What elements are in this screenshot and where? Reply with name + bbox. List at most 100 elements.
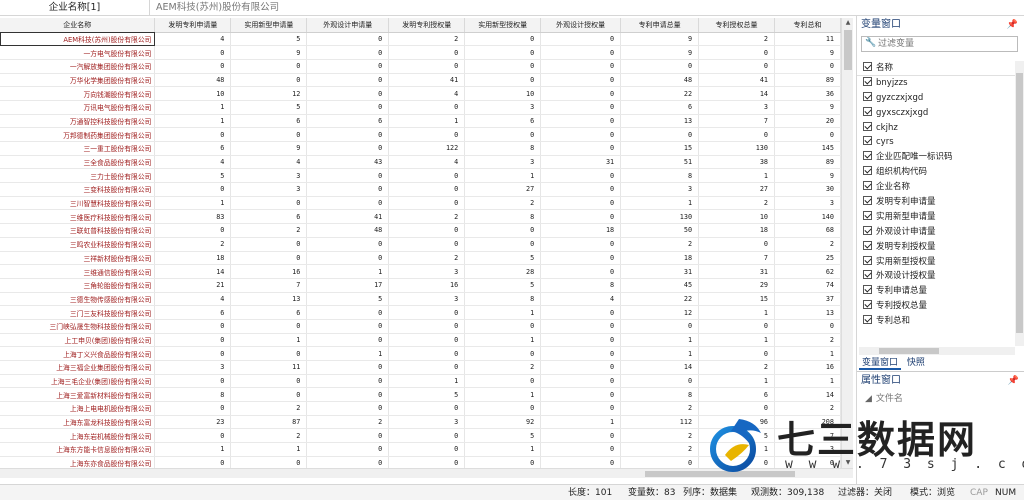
variable-item[interactable]: 专利授权总量 [857, 299, 1015, 314]
value-cell[interactable]: 18 [620, 251, 700, 266]
value-cell[interactable]: 0 [306, 182, 390, 197]
value-cell[interactable]: 0 [388, 45, 466, 60]
value-cell[interactable]: 0 [698, 59, 775, 74]
value-cell[interactable]: 11 [774, 32, 841, 47]
company-name-cell[interactable]: AEM科技(苏州)股份有限公司 [0, 32, 156, 47]
value-cell[interactable]: 0 [154, 127, 232, 142]
column-header[interactable]: 发明专利授权量 [388, 18, 466, 33]
value-cell[interactable]: 1 [464, 168, 542, 184]
value-cell[interactable]: 9 [230, 45, 308, 60]
table-row[interactable]: 上工申贝(集团)股份有限公司 0 1 0 0 1 0 1 1 2 [0, 333, 841, 348]
value-cell[interactable]: 48 [620, 73, 700, 88]
value-cell[interactable]: 0 [306, 86, 390, 101]
value-cell[interactable]: 145 [774, 141, 841, 156]
value-cell[interactable]: 0 [698, 346, 775, 361]
value-cell[interactable]: 1 [154, 100, 232, 115]
variable-item[interactable]: 组织机构代码 [857, 165, 1015, 180]
table-row[interactable]: 万邦德制药集团股份有限公司 0 0 0 0 0 0 0 0 0 [0, 127, 841, 142]
value-cell[interactable]: 11 [230, 360, 308, 375]
value-cell[interactable]: 1 [388, 114, 466, 129]
value-cell[interactable]: 22 [620, 292, 700, 307]
value-cell[interactable]: 0 [230, 127, 308, 142]
value-cell[interactable]: 7 [230, 278, 308, 293]
value-cell[interactable]: 50 [620, 223, 700, 238]
data-grid[interactable]: 企业名称 发明专利申请量 实用新型申请量 外观设计申请量 发明专利授权量 实用新型授权量外… [0, 18, 841, 468]
value-cell[interactable]: 0 [306, 319, 390, 334]
var-list-hscrollbar[interactable] [859, 347, 1015, 355]
var-scroll-thumb[interactable] [1016, 73, 1023, 333]
checkbox-icon[interactable] [863, 136, 872, 146]
value-cell[interactable]: 4 [154, 155, 232, 170]
company-name-cell[interactable]: 三德生物传感股份有限公司 [0, 292, 156, 307]
column-header[interactable]: 实用新型授权量 [464, 18, 542, 33]
company-name-cell[interactable]: 上海丁义兴食品股份有限公司 [0, 346, 156, 361]
value-cell[interactable]: 9 [620, 32, 700, 47]
value-cell[interactable]: 0 [698, 237, 775, 252]
value-cell[interactable]: 13 [620, 114, 700, 129]
value-cell[interactable]: 0 [540, 168, 622, 184]
value-cell[interactable]: 37 [774, 292, 841, 307]
value-cell[interactable]: 0 [306, 196, 390, 211]
value-cell[interactable]: 0 [540, 374, 622, 389]
variable-item[interactable]: 专利申请总量 [857, 284, 1015, 299]
value-cell[interactable]: 8 [464, 292, 542, 307]
value-cell[interactable]: 0 [388, 168, 466, 184]
value-cell[interactable]: 2 [774, 333, 841, 348]
value-cell[interactable]: 3 [464, 155, 542, 170]
value-cell[interactable]: 4 [388, 155, 466, 170]
value-cell[interactable]: 14 [620, 360, 700, 375]
value-cell[interactable]: 5 [464, 278, 542, 293]
variable-item[interactable]: gyzczxjxgd [857, 91, 1015, 106]
value-cell[interactable]: 0 [388, 237, 466, 252]
company-name-cell[interactable]: 三全食品股份有限公司 [0, 155, 156, 170]
value-cell[interactable]: 0 [540, 333, 622, 348]
company-name-cell[interactable]: 上海上电电机股份有限公司 [0, 401, 156, 416]
value-cell[interactable]: 0 [388, 333, 466, 348]
value-cell[interactable]: 1 [154, 114, 232, 129]
variable-item[interactable]: 专利总和 [857, 314, 1015, 329]
variable-item[interactable]: 发明专利授权量 [857, 240, 1015, 255]
value-cell[interactable]: 0 [540, 346, 622, 361]
value-cell[interactable]: 0 [388, 305, 466, 320]
checkbox-icon[interactable] [863, 76, 872, 86]
company-name-cell[interactable]: 上海东亦食品股份有限公司 [0, 456, 156, 468]
value-cell[interactable]: 4 [154, 292, 232, 307]
value-cell[interactable]: 22 [620, 86, 700, 101]
value-cell[interactable]: 7 [698, 114, 775, 129]
value-cell[interactable]: 0 [620, 59, 700, 74]
value-cell[interactable]: 20 [774, 114, 841, 129]
value-cell[interactable]: 2 [698, 32, 775, 47]
value-cell[interactable]: 2 [698, 360, 775, 375]
value-cell[interactable]: 1 [464, 387, 542, 403]
table-row[interactable]: 万通智控科技股份有限公司 1 6 6 1 6 0 13 7 20 [0, 114, 841, 129]
value-cell[interactable]: 0 [464, 73, 542, 88]
cell-reference[interactable]: 企业名称[1] [0, 0, 150, 16]
value-cell[interactable]: 48 [154, 73, 232, 88]
value-cell[interactable]: 5 [230, 32, 308, 47]
value-cell[interactable]: 0 [306, 305, 390, 320]
value-cell[interactable]: 5 [230, 100, 308, 115]
company-name-cell[interactable]: 三维医疗科技股份有限公司 [0, 209, 156, 225]
value-cell[interactable]: 0 [540, 114, 622, 129]
value-cell[interactable]: 0 [306, 32, 390, 47]
value-cell[interactable]: 3 [774, 196, 841, 211]
value-cell[interactable]: 14 [154, 264, 232, 279]
value-cell[interactable]: 2 [306, 415, 390, 430]
variable-item[interactable]: ckjhz [857, 121, 1015, 136]
value-cell[interactable]: 0 [388, 456, 466, 468]
value-cell[interactable]: 3 [698, 100, 775, 115]
value-cell[interactable]: 38 [698, 155, 775, 170]
value-cell[interactable]: 3 [388, 264, 466, 279]
table-row[interactable]: 上海三毛企业(集团)股份有限公司 0 0 0 1 0 0 0 1 1 [0, 374, 841, 389]
value-cell[interactable]: 0 [540, 209, 622, 225]
value-cell[interactable]: 0 [388, 223, 466, 238]
value-cell[interactable]: 0 [540, 360, 622, 375]
value-cell[interactable]: 2 [620, 237, 700, 252]
value-cell[interactable]: 3 [620, 182, 700, 197]
var-list-scrollbar[interactable] [1015, 61, 1024, 346]
value-cell[interactable]: 51 [620, 155, 700, 170]
company-name-cell[interactable]: 三一重工股份有限公司 [0, 141, 156, 156]
value-cell[interactable]: 3 [154, 360, 232, 375]
checkbox-icon[interactable] [863, 315, 872, 325]
value-cell[interactable]: 0 [388, 346, 466, 361]
